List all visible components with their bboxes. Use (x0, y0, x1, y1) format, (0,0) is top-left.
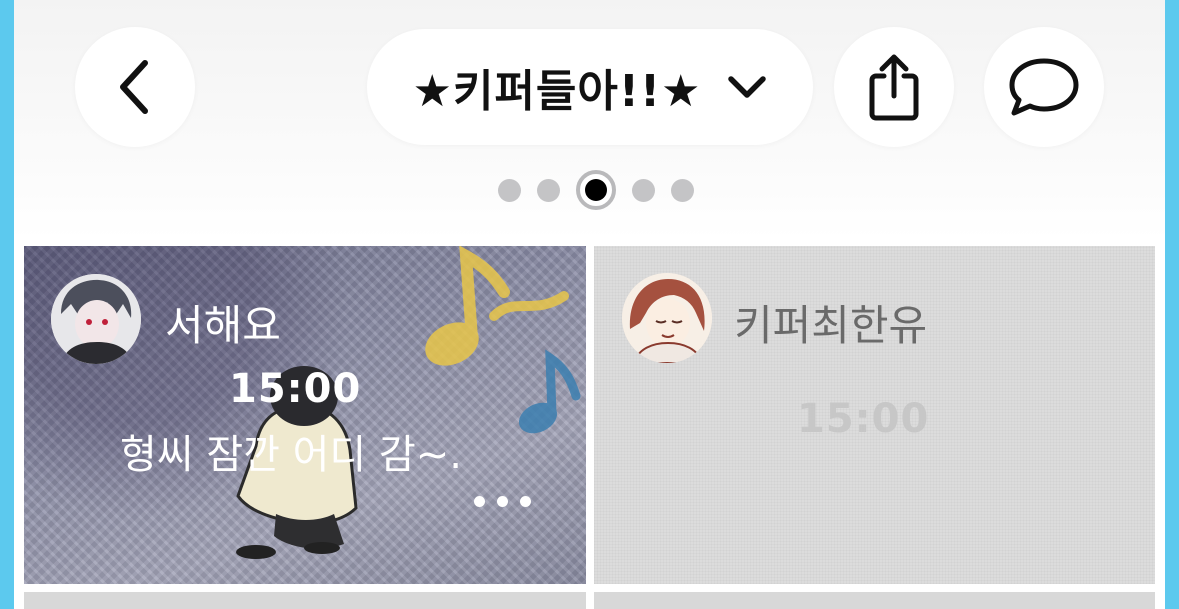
author-name: 서해요 (165, 301, 281, 350)
more-options-icon[interactable] (474, 496, 531, 507)
page-indicator[interactable] (498, 170, 694, 210)
author-avatar[interactable] (622, 273, 712, 363)
page-dot[interactable] (498, 178, 521, 202)
title-dropdown[interactable]: ★키퍼들아!!★ (367, 29, 813, 145)
author-avatar[interactable] (51, 274, 141, 364)
post-card[interactable]: 서해요 15:00 형씨 잠깐 어디 감~. (24, 246, 586, 584)
post-time: 15:00 (229, 366, 362, 412)
post-card[interactable] (24, 592, 586, 609)
speech-bubble-icon (1009, 58, 1079, 116)
chevron-down-icon (728, 76, 767, 98)
back-button[interactable] (75, 27, 195, 147)
post-card[interactable]: 키퍼최한유 15:00 (594, 246, 1155, 584)
avatar-image (622, 273, 712, 363)
page-dot[interactable] (632, 178, 655, 202)
post-message: 형씨 잠깐 어디 감~. (120, 432, 462, 478)
app-screen: ★키퍼들아!!★ 서해요 15:00 형씨 잠깐 어디 감~. 키퍼최한유 15… (14, 0, 1165, 609)
share-button[interactable] (834, 27, 954, 147)
author-name: 키퍼최한유 (734, 301, 928, 350)
chevron-left-icon (120, 60, 148, 114)
page-title: ★키퍼들아!!★ (412, 66, 702, 117)
page-dot[interactable] (671, 178, 694, 202)
page-dot-active[interactable] (576, 170, 616, 210)
comment-button[interactable] (984, 27, 1104, 147)
post-card[interactable] (594, 592, 1155, 609)
page-dot[interactable] (537, 178, 560, 202)
share-icon (869, 54, 919, 121)
avatar-image (51, 274, 141, 364)
post-time: 15:00 (797, 396, 930, 442)
